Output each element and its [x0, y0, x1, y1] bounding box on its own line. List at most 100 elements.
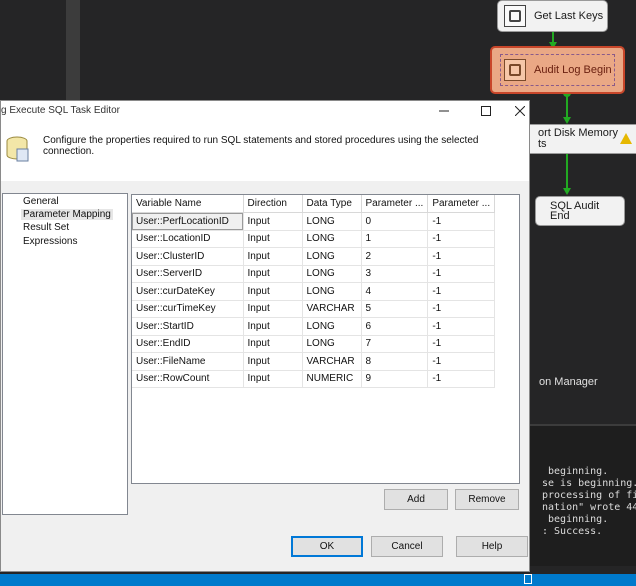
output-line: processing of file	[542, 490, 636, 501]
data-type-cell[interactable]: LONG	[302, 282, 362, 301]
direction-cell[interactable]: Input	[243, 335, 303, 353]
status-indicator-icon	[524, 574, 532, 584]
direction-cell[interactable]: Input	[243, 300, 303, 318]
variable-name-cell[interactable]: User::StartID	[132, 317, 244, 336]
parameter-size-cell[interactable]: -1	[427, 230, 496, 248]
table-row[interactable]: User::curDateKey Input LONG 4 -1	[132, 282, 496, 301]
database-task-icon	[6, 136, 29, 162]
remove-button[interactable]: Remove	[455, 489, 519, 510]
nav-item-general[interactable]: General	[21, 196, 61, 207]
variable-name-cell[interactable]: User::FileName	[132, 352, 244, 371]
data-type-cell[interactable]: VARCHAR	[302, 352, 362, 371]
editor-nav-list: General Parameter Mapping Result Set Exp…	[2, 193, 128, 515]
output-line: se is beginning.	[542, 478, 636, 489]
table-row[interactable]: User::PerfLocationID Input LONG 0 -1	[132, 212, 496, 231]
parameter-size-cell[interactable]: -1	[427, 370, 496, 388]
data-type-cell[interactable]: LONG	[302, 230, 362, 248]
task-label: Get Last Keys	[534, 10, 604, 22]
sql-task-icon	[504, 59, 526, 81]
parameter-size-cell[interactable]: -1	[427, 352, 496, 371]
parameter-name-cell[interactable]: 9	[361, 370, 429, 388]
table-row[interactable]: User::curTimeKey Input VARCHAR 5 -1	[132, 300, 496, 318]
connection-managers-panel: on Manager	[520, 370, 636, 420]
ok-button[interactable]: OK	[291, 536, 363, 557]
column-header-parameter-size[interactable]: Parameter ...	[427, 195, 496, 213]
minimize-icon[interactable]	[427, 101, 461, 121]
output-line: beginning.	[542, 466, 609, 477]
data-type-cell[interactable]: VARCHAR	[302, 300, 362, 318]
parameter-name-cell[interactable]: 7	[361, 335, 429, 353]
variable-name-cell[interactable]: User::PerfLocationID	[132, 212, 244, 231]
parameter-name-cell[interactable]: 3	[361, 265, 429, 283]
parameter-size-cell[interactable]: -1	[427, 247, 496, 266]
data-type-cell[interactable]: NUMERIC	[302, 370, 362, 388]
parameter-mapping-grid[interactable]: Variable Name Direction Data Type Parame…	[131, 194, 520, 484]
parameter-name-cell[interactable]: 5	[361, 300, 429, 318]
parameter-name-cell[interactable]: 0	[361, 212, 429, 231]
grid-header-row: Variable Name Direction Data Type Parame…	[132, 195, 496, 213]
table-row[interactable]: User::ServerID Input LONG 3 -1	[132, 265, 496, 283]
parameter-name-cell[interactable]: 4	[361, 282, 429, 301]
output-panel[interactable]: beginning. se is beginning. processing o…	[520, 424, 636, 566]
data-type-cell[interactable]: LONG	[302, 317, 362, 336]
direction-cell[interactable]: Input	[243, 247, 303, 266]
direction-cell[interactable]: Input	[243, 230, 303, 248]
nav-item-result-set[interactable]: Result Set	[21, 222, 71, 233]
table-row[interactable]: User::FileName Input VARCHAR 8 -1	[132, 352, 496, 371]
column-header-parameter-name[interactable]: Parameter ...	[361, 195, 429, 213]
nav-item-parameter-mapping[interactable]: Parameter Mapping	[21, 209, 113, 220]
task-export-disk-memory[interactable]: ort Disk Memory ts	[525, 124, 636, 154]
table-row[interactable]: User::LocationID Input LONG 1 -1	[132, 230, 496, 248]
direction-cell[interactable]: Input	[243, 352, 303, 371]
variable-name-cell[interactable]: User::ClusterID	[132, 247, 244, 266]
parameter-size-cell[interactable]: -1	[427, 335, 496, 353]
variable-name-cell[interactable]: User::curDateKey	[132, 282, 244, 301]
cancel-button[interactable]: Cancel	[371, 536, 443, 557]
variable-name-cell[interactable]: User::ServerID	[132, 265, 244, 283]
variable-name-cell[interactable]: User::LocationID	[132, 230, 244, 248]
task-audit-log-begin[interactable]: Audit Log Begin	[490, 46, 625, 94]
task-sql-audit-end[interactable]: SQL Audit End	[535, 196, 625, 226]
parameter-name-cell[interactable]: 2	[361, 247, 429, 266]
add-button[interactable]: Add	[384, 489, 448, 510]
data-type-cell[interactable]: LONG	[302, 335, 362, 353]
table-row[interactable]: User::ClusterID Input LONG 2 -1	[132, 247, 496, 266]
connector-export-end	[566, 154, 568, 190]
output-line: nation" wrote 44 ro	[542, 502, 636, 513]
column-header-variable-name[interactable]: Variable Name	[132, 195, 244, 213]
direction-cell[interactable]: Input	[243, 317, 303, 336]
dialog-titlebar[interactable]: g Execute SQL Task Editor	[1, 101, 529, 121]
variable-name-cell[interactable]: User::EndID	[132, 335, 244, 353]
dialog-title: g Execute SQL Task Editor	[1, 105, 120, 116]
parameter-size-cell[interactable]: -1	[427, 300, 496, 318]
direction-cell[interactable]: Input	[243, 370, 303, 388]
column-header-data-type[interactable]: Data Type	[302, 195, 362, 213]
nav-item-expressions[interactable]: Expressions	[21, 236, 79, 247]
table-row[interactable]: User::StartID Input LONG 6 -1	[132, 317, 496, 336]
table-row[interactable]: User::EndID Input LONG 7 -1	[132, 335, 496, 353]
dialog-description: Configure the properties required to run…	[43, 135, 479, 157]
column-header-direction[interactable]: Direction	[243, 195, 303, 213]
parameter-name-cell[interactable]: 8	[361, 352, 429, 371]
table-row[interactable]: User::RowCount Input NUMERIC 9 -1	[132, 370, 496, 388]
parameter-size-cell[interactable]: -1	[427, 317, 496, 336]
parameter-name-cell[interactable]: 1	[361, 230, 429, 248]
task-get-last-keys[interactable]: Get Last Keys	[497, 0, 608, 32]
direction-cell[interactable]: Input	[243, 212, 303, 231]
connection-manager-label: on Manager	[539, 376, 598, 388]
data-type-cell[interactable]: LONG	[302, 247, 362, 266]
direction-cell[interactable]: Input	[243, 265, 303, 283]
direction-cell[interactable]: Input	[243, 282, 303, 301]
variable-name-cell[interactable]: User::curTimeKey	[132, 300, 244, 318]
data-type-cell[interactable]: LONG	[302, 212, 362, 231]
parameter-size-cell[interactable]: -1	[427, 265, 496, 283]
parameter-size-cell[interactable]: -1	[427, 212, 496, 231]
close-icon[interactable]	[503, 101, 537, 121]
parameter-name-cell[interactable]: 6	[361, 317, 429, 336]
maximize-icon[interactable]	[469, 101, 503, 121]
help-button[interactable]: Help	[456, 536, 528, 557]
variable-name-cell[interactable]: User::RowCount	[132, 370, 244, 388]
parameter-size-cell[interactable]: -1	[427, 282, 496, 301]
output-line: beginning.	[542, 514, 609, 525]
data-type-cell[interactable]: LONG	[302, 265, 362, 283]
